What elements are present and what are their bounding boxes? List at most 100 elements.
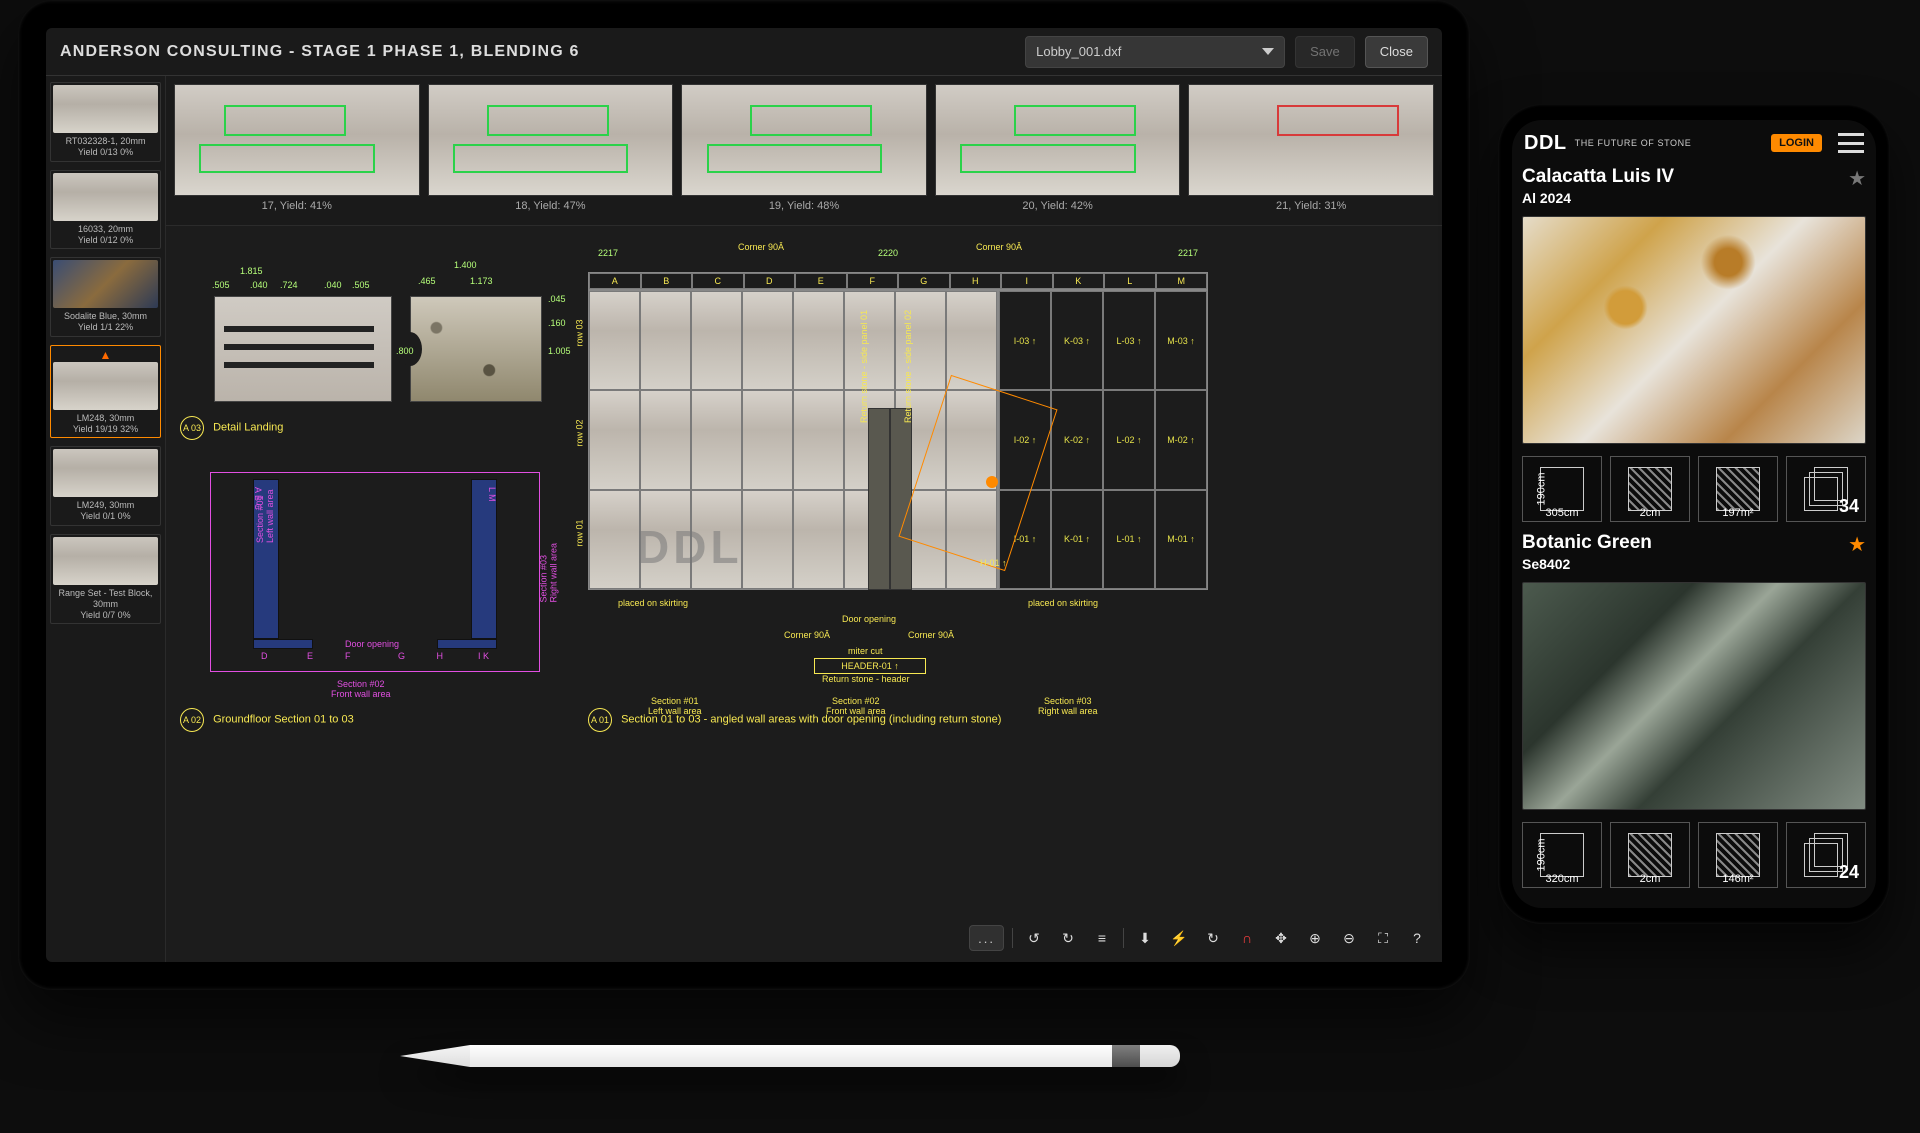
product-image[interactable] xyxy=(1522,216,1866,444)
list-icon[interactable]: ≡ xyxy=(1089,925,1115,951)
ref-circle: A 01 xyxy=(588,708,612,732)
slab-image xyxy=(935,84,1181,196)
undo-icon[interactable]: ↺ xyxy=(1021,925,1047,951)
dim: 2217 xyxy=(1178,248,1198,258)
slab-image xyxy=(1188,84,1434,196)
flash-icon[interactable]: ⚡ xyxy=(1166,925,1192,951)
tablet-frame: ANDERSON CONSULTING - STAGE 1 PHASE 1, B… xyxy=(18,0,1470,990)
sidebar-item[interactable]: ▲LM248, 30mmYield 19/19 32% xyxy=(50,345,161,439)
door-label: Door opening xyxy=(345,639,399,649)
menu-icon[interactable] xyxy=(1838,133,1864,153)
wall-tile-label[interactable]: K-02 ↑ xyxy=(1051,390,1103,489)
sidebar-item[interactable]: Range Set - Test Block, 30mmYield 0/7 0% xyxy=(50,534,161,625)
wall-tile[interactable] xyxy=(691,291,742,390)
file-select[interactable]: Lobby_001.dxf xyxy=(1025,36,1285,68)
favorite-icon[interactable]: ★ xyxy=(1848,166,1866,191)
wall-tile[interactable] xyxy=(793,490,844,589)
move-icon[interactable]: ✥ xyxy=(1268,925,1294,951)
fullscreen-icon[interactable]: ⛶ xyxy=(1370,925,1396,951)
product-name: Calacatta Luis IV xyxy=(1522,166,1674,188)
download-icon[interactable]: ⬇ xyxy=(1132,925,1158,951)
wall-tile-label[interactable]: K-01 ↑ xyxy=(1051,490,1103,589)
wall-tile[interactable] xyxy=(742,291,793,390)
product-list[interactable]: Calacatta Luis IV Al 2024 ★ 190cm 305cm … xyxy=(1512,166,1876,898)
wall-tile[interactable] xyxy=(640,390,691,489)
zoom-out-icon[interactable]: ⊖ xyxy=(1336,925,1362,951)
col-header: E xyxy=(795,273,847,289)
slab-image xyxy=(174,84,420,196)
wall-tile-label[interactable]: I-03 ↑ xyxy=(999,291,1051,390)
sidebar-item[interactable]: 16033, 20mmYield 0/12 0% xyxy=(50,170,161,250)
wall-tile-label[interactable]: M-03 ↑ xyxy=(1155,291,1207,390)
refresh-icon[interactable]: ↻ xyxy=(1200,925,1226,951)
product-card[interactable]: Calacatta Luis IV Al 2024 ★ 190cm 305cm … xyxy=(1512,166,1876,522)
dim: .505 xyxy=(212,280,230,290)
slab-preview[interactable]: 17, Yield: 41% xyxy=(174,84,420,225)
wall-tile[interactable] xyxy=(589,490,640,589)
help-icon[interactable]: ? xyxy=(1404,925,1430,951)
close-button[interactable]: Close xyxy=(1365,36,1428,68)
more-button[interactable]: ... xyxy=(969,925,1004,951)
wall-tile-label[interactable]: L-03 ↑ xyxy=(1103,291,1155,390)
phone-screen: DDL THE FUTURE OF STONE LOGIN Calacatta … xyxy=(1512,120,1876,908)
redo-icon[interactable]: ↻ xyxy=(1055,925,1081,951)
col-header: G xyxy=(898,273,950,289)
sidebar-item[interactable]: LM249, 30mmYield 0/1 0% xyxy=(50,446,161,526)
product-image[interactable] xyxy=(1522,582,1866,810)
sidebar-item[interactable]: RT032328-1, 20mmYield 0/13 0% xyxy=(50,82,161,162)
wall-tile[interactable] xyxy=(691,390,742,489)
dim: .040 xyxy=(250,280,268,290)
main: 17, Yield: 41% 18, Yield: 47% 19, Yield:… xyxy=(166,76,1442,962)
wall-tile[interactable] xyxy=(793,390,844,489)
slab-preview[interactable]: 20, Yield: 42% xyxy=(935,84,1181,225)
wall-tile[interactable] xyxy=(793,291,844,390)
warning-icon: ▲ xyxy=(53,348,158,362)
wall-tile-label[interactable]: L-02 ↑ xyxy=(1103,390,1155,489)
save-button[interactable]: Save xyxy=(1295,36,1355,68)
login-button[interactable]: LOGIN xyxy=(1771,134,1822,152)
slab-preview[interactable]: 21, Yield: 31% xyxy=(1188,84,1434,225)
sidebar[interactable]: RT032328-1, 20mmYield 0/13 0%16033, 20mm… xyxy=(46,76,166,962)
wall-tile[interactable] xyxy=(742,390,793,489)
landing-piece-right[interactable] xyxy=(410,296,542,402)
wall-tile[interactable] xyxy=(589,291,640,390)
spec-area: 146m² xyxy=(1698,822,1778,888)
zoom-in-icon[interactable]: ⊕ xyxy=(1302,925,1328,951)
ddl-watermark: DDL xyxy=(636,520,743,574)
wall-tile-label[interactable]: M-01 ↑ xyxy=(1155,490,1207,589)
slab-thumb xyxy=(53,173,158,221)
slab-preview[interactable]: 18, Yield: 47% xyxy=(428,84,674,225)
sidebar-item[interactable]: Sodalite Blue, 30mmYield 1/1 22% xyxy=(50,257,161,337)
wall-tile[interactable] xyxy=(640,291,691,390)
dim: .045 xyxy=(548,294,566,304)
spec-thickness: 2cm xyxy=(1610,822,1690,888)
wall-tile[interactable] xyxy=(589,390,640,489)
spec-count: 24 xyxy=(1786,822,1866,888)
wall-tile[interactable] xyxy=(844,291,895,390)
favorite-icon[interactable]: ★ xyxy=(1848,532,1866,557)
col-header: I xyxy=(1001,273,1053,289)
col-header: C xyxy=(692,273,744,289)
phone-header: DDL THE FUTURE OF STONE LOGIN xyxy=(1512,120,1876,166)
col-header: L xyxy=(1104,273,1156,289)
slab-image xyxy=(681,84,927,196)
wall-tile-label[interactable]: K-03 ↑ xyxy=(1051,291,1103,390)
slab-strip[interactable]: 17, Yield: 41% 18, Yield: 47% 19, Yield:… xyxy=(166,76,1442,226)
wall-tile[interactable] xyxy=(742,490,793,589)
wall-tile-label[interactable]: M-02 ↑ xyxy=(1155,390,1207,489)
slab-thumb-label: Sodalite Blue, 30mmYield 1/1 22% xyxy=(53,311,158,334)
spec-dimensions: 190cm 320cm xyxy=(1522,822,1602,888)
slab-handle[interactable] xyxy=(986,476,998,488)
magnet-icon[interactable]: ∩ xyxy=(1234,925,1260,951)
section-02[interactable]: Door opening Section #02 Front wall area… xyxy=(210,472,540,672)
slab-thumb xyxy=(53,85,158,133)
wall-tile-label[interactable]: L-01 ↑ xyxy=(1103,490,1155,589)
detail-landing-label: Detail Landing xyxy=(213,422,283,434)
slab-preview[interactable]: 19, Yield: 48% xyxy=(681,84,927,225)
landing-piece-left[interactable] xyxy=(214,296,392,402)
cad-canvas[interactable]: A 03 Detail Landing 1. xyxy=(166,226,1442,962)
product-card[interactable]: Botanic Green Se8402 ★ 190cm 320cm 2cm 1… xyxy=(1512,532,1876,888)
header-tag[interactable]: HEADER-01 ↑ xyxy=(814,658,926,674)
body: RT032328-1, 20mmYield 0/13 0%16033, 20mm… xyxy=(46,76,1442,962)
phone-frame: DDL THE FUTURE OF STONE LOGIN Calacatta … xyxy=(1498,104,1890,924)
